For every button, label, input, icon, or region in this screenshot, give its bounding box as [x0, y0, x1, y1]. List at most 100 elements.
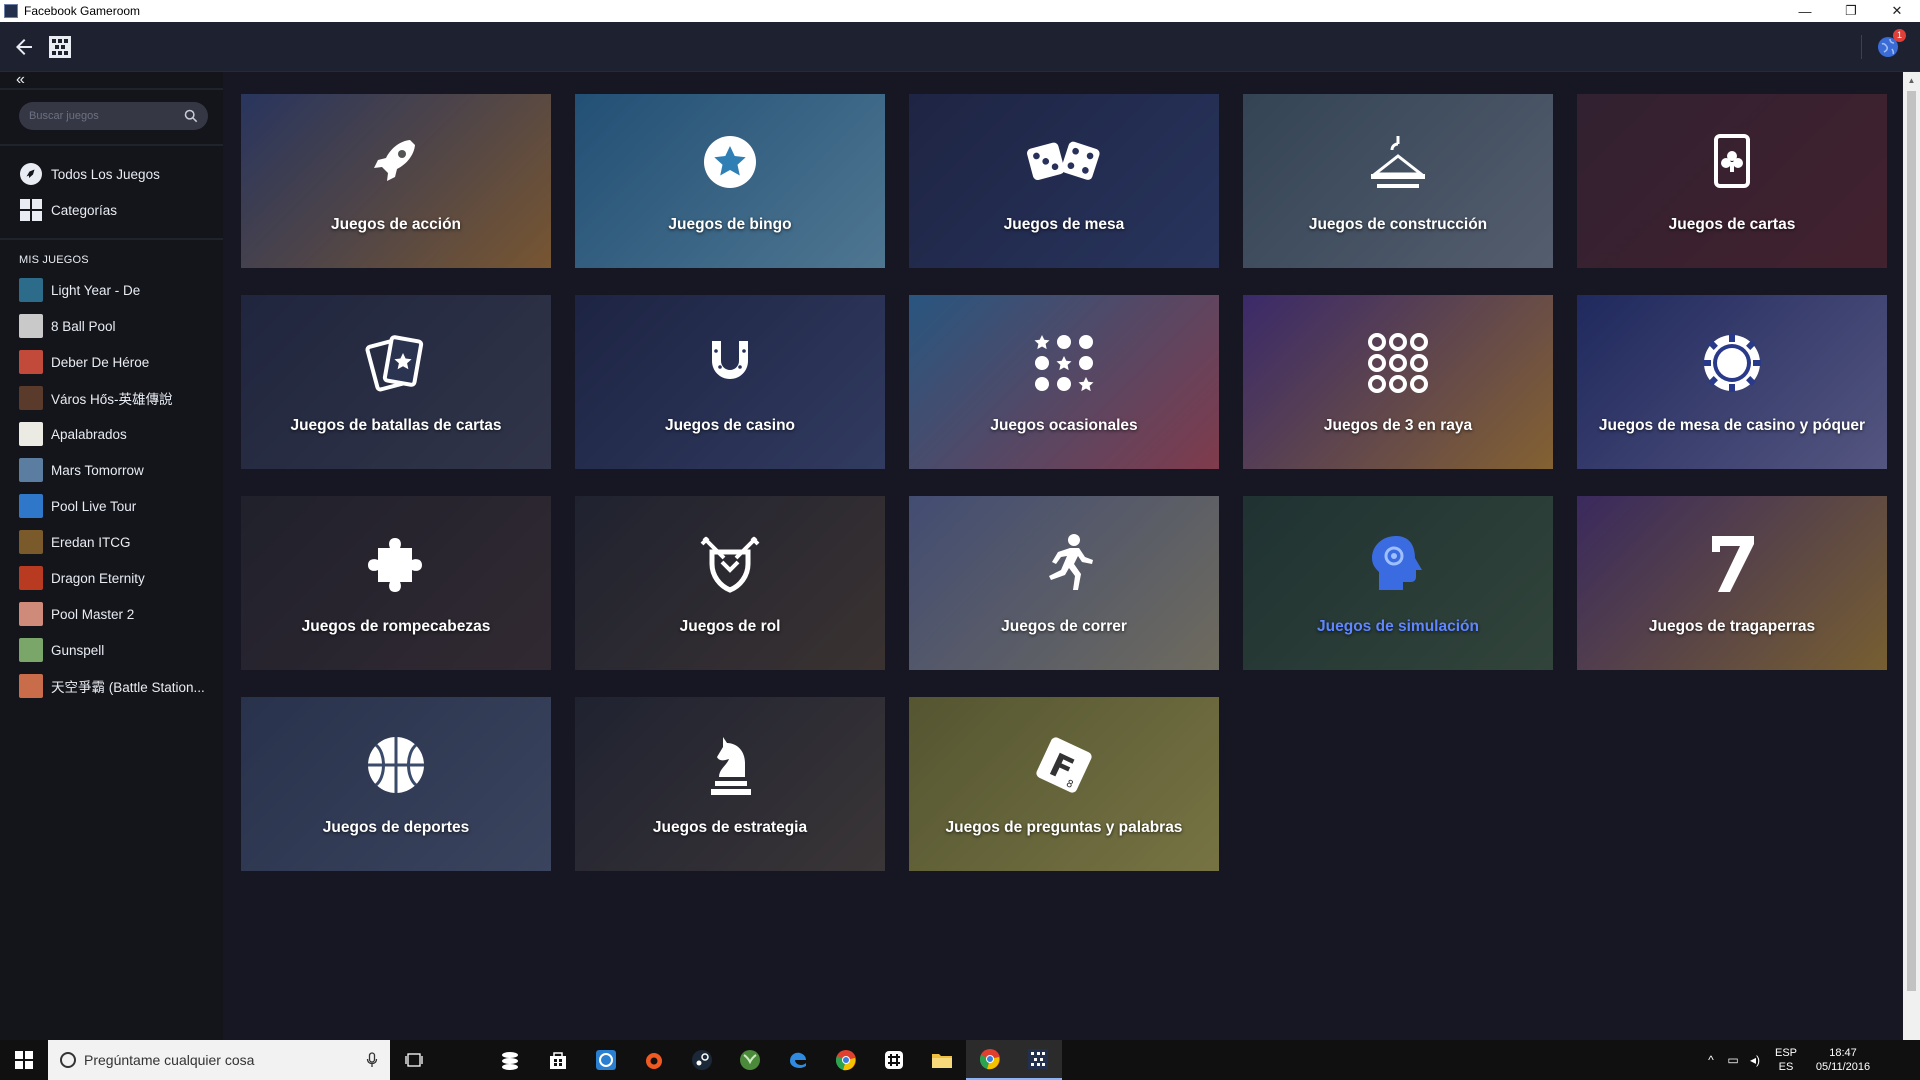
collapse-sidebar-button[interactable]: «: [16, 72, 223, 88]
my-game-item[interactable]: Eredan ITCG: [0, 524, 223, 560]
close-button[interactable]: ✕: [1874, 0, 1920, 22]
notifications-button[interactable]: 1: [1876, 28, 1906, 59]
gameroom-taskbar-icon[interactable]: [1014, 1040, 1062, 1080]
category-tile[interactable]: Juegos de mesa de casino y póquer: [1577, 295, 1887, 469]
search-box[interactable]: [19, 102, 208, 130]
category-tile[interactable]: Juegos de acción: [241, 94, 551, 268]
category-tile[interactable]: Juegos de bingo: [575, 94, 885, 268]
category-tile[interactable]: Juegos de construcción: [1243, 94, 1553, 268]
start-button[interactable]: [0, 1040, 48, 1080]
category-tile[interactable]: Juegos de 3 en raya: [1243, 295, 1553, 469]
slack-icon[interactable]: [870, 1040, 918, 1080]
category-label: Juegos ocasionales: [990, 417, 1138, 434]
game-thumbnail-icon: [19, 422, 43, 446]
steam-icon[interactable]: [678, 1040, 726, 1080]
head-gear-icon: [1360, 526, 1436, 602]
task-view-icon[interactable]: [390, 1040, 438, 1080]
category-tile[interactable]: Juegos de cartas: [1577, 94, 1887, 268]
my-game-item[interactable]: Apalabrados: [0, 416, 223, 452]
card-club-icon: [1694, 124, 1770, 200]
scrollbar-thumb[interactable]: [1907, 91, 1916, 991]
window-titlebar: Facebook Gameroom — ❐ ✕: [0, 0, 1920, 22]
category-tile[interactable]: Juegos de simulación: [1243, 496, 1553, 670]
my-game-item[interactable]: Gunspell: [0, 632, 223, 668]
cortana-search-input[interactable]: [84, 1052, 366, 1068]
category-tile[interactable]: Juegos ocasionales: [909, 295, 1219, 469]
category-label: Juegos de mesa: [1003, 216, 1125, 233]
category-tile[interactable]: Juegos de deportes: [241, 697, 551, 871]
category-tile[interactable]: Juegos de estrategia: [575, 697, 885, 871]
uplay-icon[interactable]: [582, 1040, 630, 1080]
my-game-item[interactable]: Light Year - De: [0, 272, 223, 308]
chevron-up-icon[interactable]: ^: [1700, 1053, 1722, 1067]
minimize-button[interactable]: —: [1782, 0, 1828, 22]
scroll-up-arrow-icon[interactable]: ▲: [1903, 72, 1920, 89]
steam-like-app-icon[interactable]: [486, 1040, 534, 1080]
my-game-item[interactable]: 天空爭霸 (Battle Station...: [0, 668, 223, 704]
seven-icon: [1694, 526, 1770, 602]
clock[interactable]: 18:47 05/11/2016: [1806, 1046, 1880, 1074]
category-tile[interactable]: Juegos de rompecabezas: [241, 496, 551, 670]
search-icon[interactable]: [184, 109, 198, 123]
file-explorer-icon[interactable]: [918, 1040, 966, 1080]
dots-stars-icon: [1026, 325, 1102, 401]
input-language-indicator[interactable]: ESP ES: [1766, 1046, 1806, 1074]
xbox-icon[interactable]: [726, 1040, 774, 1080]
horseshoe-icon: [692, 325, 768, 401]
category-label: Juegos de mesa de casino y póquer: [1598, 417, 1866, 434]
gameroom-logo-icon[interactable]: [48, 35, 72, 59]
vertical-scrollbar[interactable]: ▲: [1903, 72, 1920, 1040]
my-game-item[interactable]: Pool Master 2: [0, 596, 223, 632]
my-game-item[interactable]: Dragon Eternity: [0, 560, 223, 596]
my-games-heading: MIS JUEGOS: [19, 254, 89, 266]
category-label: Juegos de casino: [664, 417, 796, 434]
language-top: ESP: [1774, 1047, 1797, 1059]
nav-categories[interactable]: Categorías: [0, 192, 223, 228]
crane-icon: [1360, 124, 1436, 200]
clock-time: 18:47: [1829, 1047, 1857, 1059]
chrome-active-icon[interactable]: [966, 1040, 1014, 1080]
search-input[interactable]: [29, 110, 184, 122]
clock-date: 05/11/2016: [1815, 1061, 1871, 1073]
my-game-item[interactable]: Város Hős-英雄傳說: [0, 380, 223, 416]
store-icon[interactable]: [534, 1040, 582, 1080]
volume-icon[interactable]: ◂): [1744, 1053, 1766, 1067]
category-label: Juegos de acción: [330, 216, 462, 233]
category-label: Juegos de batallas de cartas: [290, 417, 502, 434]
category-tile[interactable]: Juegos de tragaperras: [1577, 496, 1887, 670]
game-thumbnail-icon: [19, 566, 43, 590]
action-center-button[interactable]: [1880, 1040, 1920, 1080]
category-tile[interactable]: Juegos de mesa: [909, 94, 1219, 268]
microphone-icon[interactable]: [366, 1052, 378, 1068]
game-thumbnail-icon: [19, 674, 43, 698]
origin-icon[interactable]: [630, 1040, 678, 1080]
my-game-label: Eredan ITCG: [51, 534, 131, 550]
my-game-item[interactable]: Deber De Héroe: [0, 344, 223, 380]
nav-all-games[interactable]: Todos Los Juegos: [0, 156, 223, 192]
arrow-left-icon: [16, 38, 32, 55]
windows-taskbar: ^ ▭ ◂) ESP ES 18:47 05/11/2016: [0, 1040, 1920, 1080]
edge-icon[interactable]: [774, 1040, 822, 1080]
sidebar: « Todos Los Juegos Categorías MIS JUEGOS…: [0, 72, 223, 1040]
app-header: 1: [0, 22, 1920, 72]
my-game-item[interactable]: Mars Tomorrow: [0, 452, 223, 488]
category-tile[interactable]: Juegos de casino: [575, 295, 885, 469]
chrome-icon[interactable]: [822, 1040, 870, 1080]
chess-knight-icon: [692, 727, 768, 803]
category-label: Juegos de deportes: [322, 819, 470, 836]
cortana-search-box[interactable]: [48, 1040, 390, 1080]
network-icon[interactable]: ▭: [1722, 1053, 1744, 1067]
my-game-item[interactable]: Pool Live Tour: [0, 488, 223, 524]
category-tile[interactable]: Juegos de rol: [575, 496, 885, 670]
my-game-item[interactable]: 8 Ball Pool: [0, 308, 223, 344]
category-tile[interactable]: F 8 Juegos de preguntas y palabras: [909, 697, 1219, 871]
my-game-label: Pool Live Tour: [51, 498, 137, 514]
game-thumbnail-icon: [19, 278, 43, 302]
category-tile[interactable]: Juegos de batallas de cartas: [241, 295, 551, 469]
back-button[interactable]: [12, 35, 36, 59]
nav-categories-label: Categorías: [51, 202, 118, 218]
restore-button[interactable]: ❐: [1828, 0, 1874, 22]
category-tile[interactable]: Juegos de correr: [909, 496, 1219, 670]
game-thumbnail-icon: [19, 314, 43, 338]
language-bottom: ES: [1778, 1061, 1794, 1073]
